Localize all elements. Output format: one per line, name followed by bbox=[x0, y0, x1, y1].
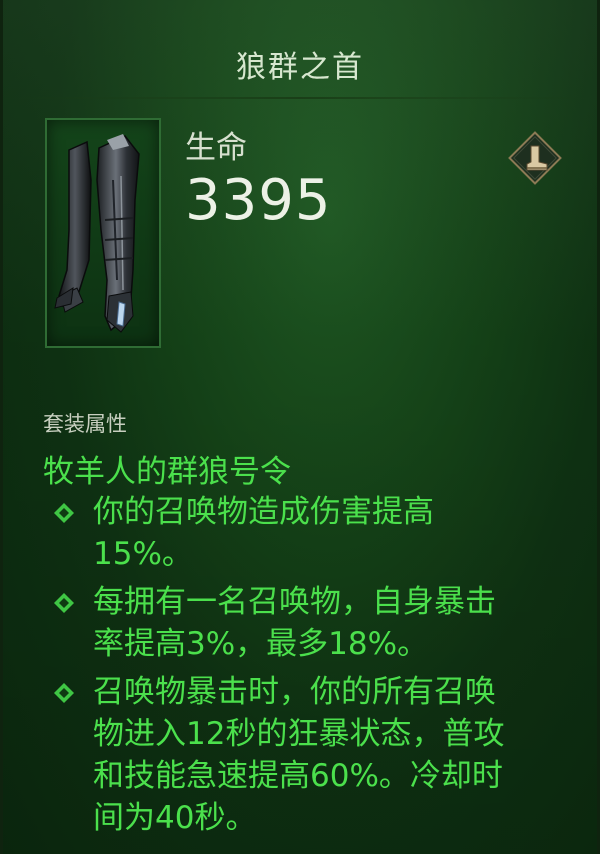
set-bonus-text: 和技能急速提高60%。冷却时 bbox=[93, 758, 503, 794]
diamond-bullet-icon bbox=[51, 590, 77, 616]
stat-value: 3395 bbox=[185, 168, 332, 233]
diamond-bullet-icon bbox=[51, 680, 77, 706]
set-section-label: 套装属性 bbox=[43, 412, 127, 436]
item-portrait bbox=[45, 118, 161, 348]
set-bonus-text: 物进入12秒的狂暴状态，普攻 bbox=[93, 716, 505, 752]
set-bonus-text: 间为40秒。 bbox=[93, 800, 257, 836]
set-name: 牧羊人的群狼号令 bbox=[43, 454, 291, 490]
set-bonus-text: 率提高3%，最多18%。 bbox=[93, 626, 429, 662]
header-divider bbox=[3, 97, 597, 99]
boot-image bbox=[54, 134, 140, 333]
set-bonus-text: 你的召唤物造成伤害提高 bbox=[93, 494, 434, 530]
set-bonus-text: 15%。 bbox=[93, 536, 193, 572]
boot-slot-icon bbox=[505, 128, 565, 188]
item-name: 狼群之首 bbox=[236, 50, 364, 85]
diamond-bullet-icon bbox=[51, 500, 77, 526]
item-tooltip: 狼群之首 生命 3395 套装属性 牧羊人的群狼号令 你的召唤物造成伤害提高 1… bbox=[0, 0, 600, 854]
stat-label: 生命 bbox=[185, 130, 247, 166]
set-bonus-text: 召唤物暴击时，你的所有召唤 bbox=[93, 674, 496, 710]
set-bonus-text: 每拥有一名召唤物，自身暴击 bbox=[93, 584, 496, 620]
